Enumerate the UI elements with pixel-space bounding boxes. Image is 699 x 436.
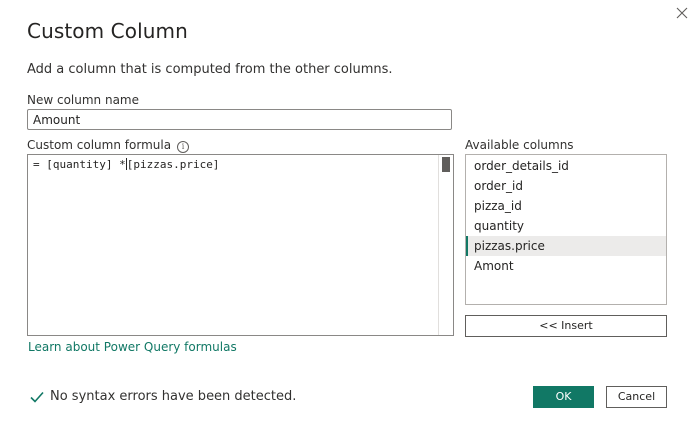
available-column-item[interactable]: Amont <box>466 256 666 276</box>
close-icon <box>676 7 688 19</box>
available-columns-list[interactable]: order_details_id order_id pizza_id quantity… <box>465 154 667 305</box>
ok-button[interactable]: OK <box>533 386 594 408</box>
dialog-subtitle: Add a column that is computed from the o… <box>27 62 393 77</box>
info-icon[interactable]: i <box>177 141 190 153</box>
syntax-status: No syntax errors have been detected. <box>30 389 296 404</box>
formula-text[interactable]: = [quantity] *[pizzas.price] <box>33 158 219 171</box>
formula-scrollbar[interactable] <box>438 155 453 335</box>
check-icon <box>30 391 44 403</box>
formula-editor[interactable]: = [quantity] *[pizzas.price] <box>27 154 454 336</box>
available-column-item[interactable]: pizzas.price <box>466 236 666 256</box>
formula-text-after-caret: [pizzas.price] <box>126 158 220 171</box>
formula-text-before-caret: = [quantity] * <box>33 158 126 171</box>
custom-column-dialog: Custom Column Add a column that is compu… <box>0 0 699 436</box>
scrollbar-thumb[interactable] <box>442 157 450 172</box>
available-columns-label: Available columns <box>465 138 574 152</box>
insert-button[interactable]: << Insert <box>465 315 667 337</box>
available-column-item[interactable]: quantity <box>466 216 666 236</box>
cancel-button[interactable]: Cancel <box>606 386 667 408</box>
new-column-name-label: New column name <box>27 93 140 107</box>
available-column-item[interactable]: pizza_id <box>466 196 666 216</box>
learn-power-query-link[interactable]: Learn about Power Query formulas <box>28 340 237 354</box>
close-button[interactable] <box>671 3 693 23</box>
dialog-title: Custom Column <box>27 19 188 43</box>
custom-column-formula-label: Custom column formula i <box>27 138 190 153</box>
syntax-status-text: No syntax errors have been detected. <box>50 389 297 404</box>
new-column-name-input[interactable] <box>27 109 452 130</box>
formula-label-text: Custom column formula <box>27 138 172 152</box>
available-column-item[interactable]: order_id <box>466 176 666 196</box>
available-column-item[interactable]: order_details_id <box>466 156 666 176</box>
